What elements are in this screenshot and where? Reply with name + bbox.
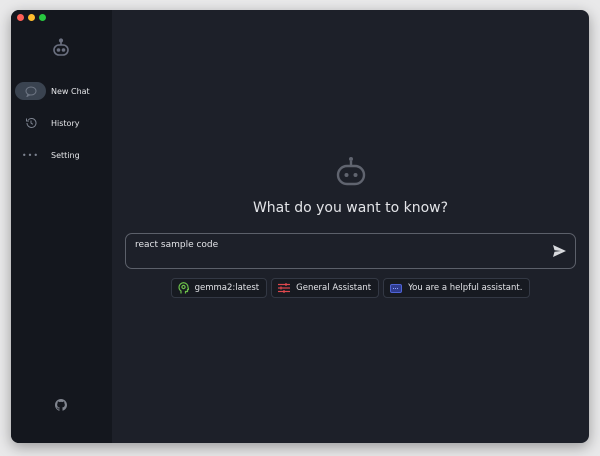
more-dots-icon: •••	[21, 150, 40, 160]
history-icon	[15, 114, 46, 132]
chat-input[interactable]: react sample code	[125, 233, 576, 269]
github-icon[interactable]	[55, 399, 67, 411]
model-chip[interactable]: gemma2:latest	[170, 278, 268, 298]
send-icon[interactable]	[553, 245, 566, 257]
main-panel: What do you want to know? react sample c…	[112, 10, 589, 443]
prompt-card-icon	[390, 283, 403, 293]
sidebar-item-label: New Chat	[51, 86, 90, 96]
sidebar-item-new-chat[interactable]: New Chat	[15, 82, 110, 100]
sidebar: New Chat History ••• Setting	[11, 10, 112, 443]
page-title: What do you want to know?	[252, 200, 449, 216]
chip-label: gemma2:latest	[194, 283, 260, 293]
close-button[interactable]	[17, 14, 24, 21]
head-brain-icon	[177, 282, 189, 294]
sidebar-item-label: History	[51, 118, 80, 128]
robot-logo-icon	[53, 38, 69, 56]
system-prompt-chip[interactable]: You are a helpful assistant.	[383, 278, 531, 298]
sliders-icon	[278, 283, 291, 293]
app-window: New Chat History ••• Setting What do you …	[11, 10, 589, 443]
minimize-button[interactable]	[28, 14, 35, 21]
chip-label: You are a helpful assistant.	[408, 283, 523, 293]
sidebar-item-setting[interactable]: ••• Setting	[15, 146, 110, 164]
chip-label: General Assistant	[296, 283, 372, 293]
window-controls	[17, 14, 46, 21]
maximize-button[interactable]	[39, 14, 46, 21]
assistant-chip[interactable]: General Assistant	[271, 278, 380, 298]
robot-icon	[336, 157, 365, 186]
sidebar-item-history[interactable]: History	[15, 114, 110, 132]
sidebar-item-label: Setting	[51, 150, 80, 160]
chat-input-value: react sample code	[135, 240, 219, 250]
chat-bubble-icon	[15, 82, 46, 100]
